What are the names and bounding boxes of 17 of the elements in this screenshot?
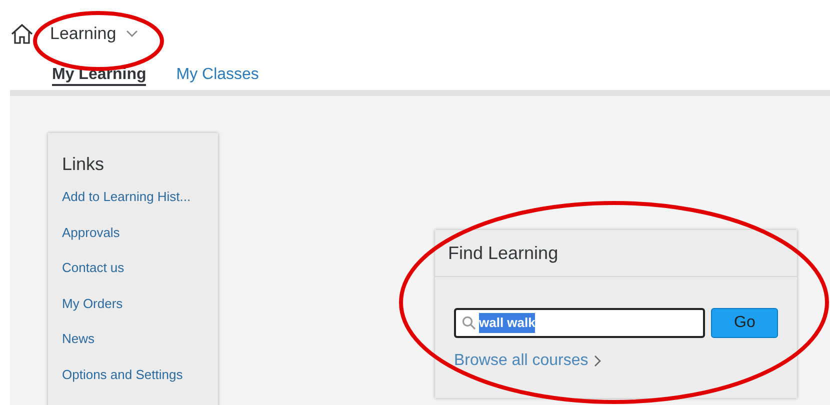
search-icon	[462, 316, 476, 330]
tab[interactable]: My Learning	[52, 66, 146, 86]
link[interactable]: Options and Settings	[62, 364, 218, 386]
link[interactable]: News	[62, 328, 218, 350]
browse-link[interactable]: Browse all courses	[435, 349, 620, 373]
card-title: Find Learning	[435, 230, 797, 277]
home-icon[interactable]	[10, 23, 34, 45]
chevron-down-icon	[126, 30, 138, 38]
link[interactable]: Approvals	[62, 222, 218, 244]
link[interactable]: Contact us	[62, 257, 218, 279]
link[interactable]: Add to Learning Hist...	[62, 186, 218, 208]
search-field[interactable]: wall walk	[454, 308, 706, 338]
link[interactable]: My Orders	[62, 292, 218, 314]
card-title: Links	[62, 153, 106, 176]
go-button[interactable]: Go	[711, 308, 778, 338]
tab[interactable]: My Classes	[176, 66, 259, 84]
chevron-right-icon	[594, 355, 602, 367]
